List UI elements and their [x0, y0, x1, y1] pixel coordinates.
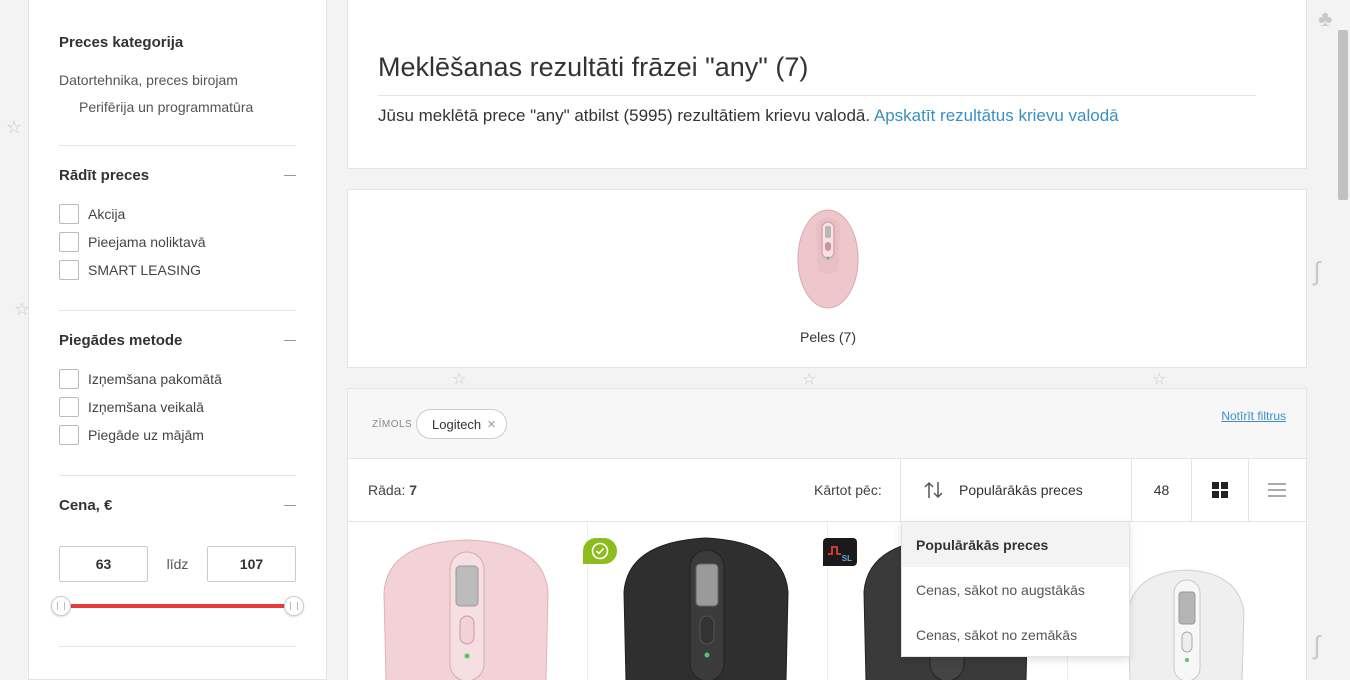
collapse-minus-icon[interactable] [284, 505, 296, 506]
smart-leasing-badge-icon: SL [823, 538, 857, 566]
brand-filter-label: ZĪMOLS [372, 419, 413, 430]
product-card[interactable] [348, 522, 588, 680]
filter-sidebar: Preces kategorija Datortehnika, preces b… [28, 0, 327, 680]
show-products-section: Rādīt preces Akcija Pieejama noliktavā S… [59, 146, 296, 311]
clear-filters-link[interactable]: Notīrīt filtrus [1221, 409, 1286, 423]
list-icon [1268, 483, 1286, 497]
check-circle-icon [591, 542, 609, 560]
checkbox-label: Izņemšana veikalā [88, 399, 204, 415]
filter-checkbox-home-delivery[interactable]: Piegāde uz mājām [59, 421, 296, 449]
sort-label: Kārtot pēc: [814, 482, 882, 498]
divider [378, 95, 1256, 96]
show-products-title-label: Rādīt preces [59, 167, 150, 184]
page-scrollbar[interactable] [1336, 0, 1350, 680]
price-slider[interactable] [51, 596, 304, 616]
sort-option-popular[interactable]: Populārākās preces [902, 522, 1129, 567]
product-card[interactable] [588, 522, 828, 680]
results-count-label: Rāda: [368, 482, 406, 498]
checkbox-label: Pieejama noliktavā [88, 234, 206, 250]
product-grid: SL [347, 521, 1307, 680]
category-link-computers[interactable]: Datortehnika, preces birojam [59, 72, 296, 88]
per-page-select[interactable]: 48 [1131, 459, 1191, 521]
category-tile-label: Peles (7) [799, 329, 857, 345]
filter-checkbox-akcija[interactable]: Akcija [59, 200, 296, 228]
star-decoration-icon: ☆ [6, 117, 23, 137]
price-section: Cena, € 63 līdz 107 [51, 476, 304, 647]
grid-icon [1212, 482, 1228, 498]
tree-decoration-icon: ♣ [1318, 6, 1333, 31]
price-title[interactable]: Cena, € [59, 497, 296, 514]
checkbox[interactable] [59, 204, 79, 224]
filter-checkbox-store-pickup[interactable]: Izņemšana veikalā [59, 393, 296, 421]
category-section: Preces kategorija Datortehnika, preces b… [59, 0, 296, 146]
sort-option-price-desc[interactable]: Cenas, sākot no augstākās [902, 567, 1129, 612]
collapse-minus-icon[interactable] [284, 340, 296, 341]
pink-mouse-image [797, 209, 859, 309]
delivery-section: Piegādes metode Izņemšana pakomātā Izņem… [59, 311, 296, 476]
category-results-card: Peles (7) [347, 189, 1307, 368]
results-count-value: 7 [409, 482, 418, 498]
checkbox[interactable] [59, 397, 79, 417]
category-link-peripherals[interactable]: Perifērija un programmatūra [59, 99, 296, 115]
grid-view-button[interactable] [1191, 459, 1248, 521]
candy-cane-decoration-icon: ʃ [1314, 630, 1320, 660]
checkbox-label: Izņemšana pakomātā [88, 371, 222, 387]
filter-checkbox-in-stock[interactable]: Pieejama noliktavā [59, 228, 296, 256]
checkbox-label: Akcija [88, 206, 126, 222]
sort-option-price-asc[interactable]: Cenas, sākot no zemākās [902, 612, 1129, 657]
close-icon[interactable]: × [487, 416, 496, 433]
price-title-label: Cena, € [59, 497, 113, 514]
category-tile-mice[interactable]: Peles (7) [788, 208, 868, 345]
price-slider-track [61, 604, 294, 608]
checkbox-label: SMART LEASING [88, 262, 202, 278]
show-products-title[interactable]: Rādīt preces [59, 167, 296, 184]
filter-checkbox-parcel-locker[interactable]: Izņemšana pakomātā [59, 365, 296, 393]
price-to-label: līdz [166, 556, 189, 572]
search-results-header: Meklēšanas rezultāti frāzei "any" (7) Jū… [347, 0, 1307, 169]
sort-select[interactable]: Populārākās preces [900, 459, 1131, 521]
star-decoration-icon: ☆ [1152, 371, 1167, 388]
page-title: Meklēšanas rezultāti frāzei "any" (7) [378, 52, 809, 82]
sl-badge-text: SL [841, 554, 852, 563]
candy-cane-decoration-icon: ʃ [1314, 256, 1320, 286]
brand-filter-chip-label: Logitech [432, 416, 482, 432]
russian-results-link[interactable]: Apskatīt rezultātus krievu valodā [874, 106, 1119, 125]
checkbox[interactable] [59, 369, 79, 389]
scrollbar-thumb[interactable] [1338, 30, 1348, 200]
brand-filter-chip[interactable]: Logitech × [416, 409, 507, 439]
verified-badge-icon [583, 538, 617, 564]
checkbox-label: Piegāde uz mājām [88, 427, 204, 443]
results-toolbar: Rāda: 7 Kārtot pēc: Populārākās preces 4… [347, 458, 1307, 522]
checkbox[interactable] [59, 232, 79, 252]
checkbox[interactable] [59, 260, 79, 280]
delivery-title-label: Piegādes metode [59, 332, 183, 349]
list-view-button[interactable] [1248, 459, 1305, 521]
search-language-notice: Jūsu meklētā prece "any" atbilst (5995) … [378, 106, 1119, 126]
category-section-title: Preces kategorija [59, 34, 184, 51]
collapse-minus-icon[interactable] [284, 175, 296, 176]
active-filters-bar: ZĪMOLS Logitech × Notīrīt filtrus [347, 388, 1307, 459]
checkbox[interactable] [59, 425, 79, 445]
notice-text: Jūsu meklētā prece "any" atbilst (5995) … [378, 106, 871, 125]
price-slider-min-handle[interactable] [51, 596, 71, 616]
graphite-mouse-image [623, 537, 789, 680]
star-decoration-icon: ☆ [802, 371, 817, 388]
price-max-input[interactable]: 107 [206, 546, 296, 582]
sort-select-value: Populārākās preces [959, 482, 1083, 498]
filter-checkbox-smart-leasing[interactable]: SMART LEASING [59, 256, 296, 284]
pink-mouse-image [383, 539, 549, 680]
results-count: Rāda: 7 [368, 482, 417, 498]
sort-arrows-icon [924, 481, 943, 499]
price-min-input[interactable]: 63 [59, 546, 148, 582]
delivery-title[interactable]: Piegādes metode [59, 332, 296, 349]
star-decoration-icon: ☆ [452, 371, 467, 388]
price-inputs: 63 līdz 107 [59, 546, 296, 582]
sort-dropdown-menu: Populārākās preces Cenas, sākot no augst… [901, 521, 1130, 657]
price-slider-max-handle[interactable] [284, 596, 304, 616]
